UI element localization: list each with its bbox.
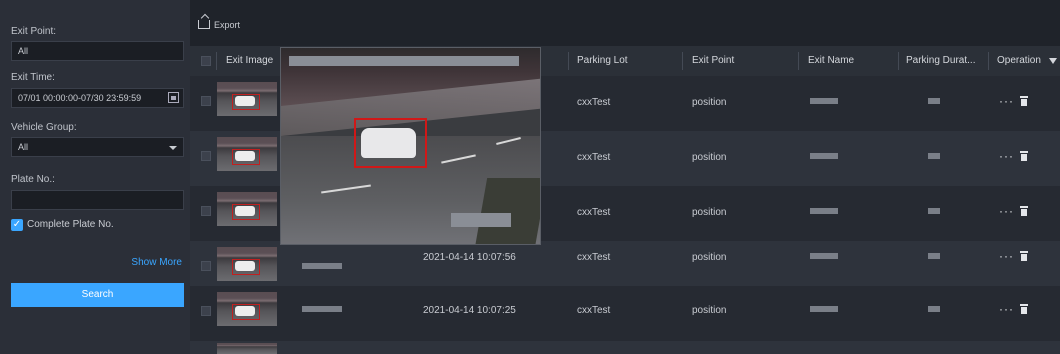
exit-image-thumbnail[interactable] [217, 192, 277, 226]
table-row[interactable]: 2021-04-14 10:07:25 cxxTest position ··· [190, 286, 1060, 341]
parking-lot-cell: cxxTest [577, 305, 611, 316]
exit-point-label: Exit Point: [11, 26, 57, 37]
filter-panel: Exit Point: All Exit Time: 07/01 00:00:0… [0, 0, 190, 354]
car-image [232, 94, 260, 110]
exit-time-cell: 2021-04-14 10:07:56 [423, 252, 516, 263]
exit-name-blurred [810, 253, 838, 259]
car-image [232, 204, 260, 220]
header-exit-point[interactable]: Exit Point [692, 46, 734, 76]
vehicle-group-select[interactable]: All [11, 137, 184, 157]
search-button[interactable]: Search [11, 283, 184, 307]
filter-icon[interactable] [1049, 58, 1057, 64]
row-checkbox[interactable] [201, 96, 211, 106]
duration-blurred [928, 253, 940, 259]
exit-name-blurred [810, 153, 838, 159]
exit-time-value: 07/01 00:00:00-07/30 23:59:59 [18, 93, 142, 103]
plate-blurred [302, 263, 342, 269]
parking-lot-cell: cxxTest [577, 97, 611, 108]
exit-name-blurred [810, 306, 838, 312]
header-operation: Operation [997, 55, 1041, 66]
export-label: Export [214, 20, 241, 30]
delete-icon[interactable] [1020, 206, 1028, 216]
delete-icon[interactable] [1020, 96, 1028, 106]
show-more-link[interactable]: Show More [131, 257, 182, 268]
exit-point-cell: position [692, 97, 727, 108]
header-parking-lot[interactable]: Parking Lot [577, 46, 628, 76]
more-icon[interactable]: ··· [999, 204, 1014, 218]
header-divider [682, 52, 683, 70]
export-icon [198, 20, 210, 29]
duration-blurred [928, 153, 940, 159]
toolbar: Export [190, 0, 1060, 46]
header-exit-image[interactable]: Exit Image [226, 46, 273, 76]
row-checkbox[interactable] [201, 206, 211, 216]
parking-lot-cell: cxxTest [577, 152, 611, 163]
exit-image-thumbnail[interactable] [217, 292, 277, 326]
header-parking-duration[interactable]: Parking Durat... [906, 46, 975, 76]
complete-plate-checkbox[interactable]: ✓ [11, 219, 23, 231]
car-image [232, 149, 260, 165]
delete-icon[interactable] [1020, 151, 1028, 161]
exit-time-field[interactable]: 07/01 00:00:00-07/30 23:59:59 [11, 88, 184, 108]
header-divider [798, 52, 799, 70]
exit-image-thumbnail[interactable] [217, 137, 277, 171]
plate-label: Plate No.: [11, 174, 55, 185]
exit-point-cell: position [692, 305, 727, 316]
delete-icon[interactable] [1020, 304, 1028, 314]
duration-blurred [928, 98, 940, 104]
exit-image-thumbnail[interactable] [217, 343, 277, 354]
calendar-icon[interactable] [168, 92, 179, 103]
exit-image-preview [280, 47, 541, 245]
preview-watermark-blurred [289, 56, 519, 66]
complete-plate-label: Complete Plate No. [27, 219, 114, 230]
header-divider [216, 52, 217, 70]
header-divider [568, 52, 569, 70]
chevron-down-icon [169, 146, 177, 150]
header-divider [898, 52, 899, 70]
table-row[interactable] [190, 341, 1060, 354]
preview-roadside [474, 178, 540, 244]
duration-blurred [928, 208, 940, 214]
exit-name-blurred [810, 98, 838, 104]
exit-point-value: All [18, 46, 29, 56]
exit-time-cell: 2021-04-14 10:07:25 [423, 305, 516, 316]
header-divider [988, 52, 989, 70]
more-icon[interactable]: ··· [999, 302, 1014, 316]
vehicle-highlight-box [354, 118, 427, 168]
exit-time-label: Exit Time: [11, 72, 55, 83]
preview-plate-blurred [451, 213, 511, 227]
header-exit-name[interactable]: Exit Name [808, 46, 854, 76]
more-icon[interactable]: ··· [999, 149, 1014, 163]
delete-icon[interactable] [1020, 251, 1028, 261]
exit-point-cell: position [692, 152, 727, 163]
duration-blurred [928, 306, 940, 312]
more-icon[interactable]: ··· [999, 94, 1014, 108]
car-image [232, 304, 260, 320]
plate-input[interactable] [11, 190, 184, 210]
row-checkbox[interactable] [201, 261, 211, 271]
exit-point-cell: position [692, 207, 727, 218]
exit-image-thumbnail[interactable] [217, 82, 277, 116]
row-checkbox[interactable] [201, 151, 211, 161]
parking-lot-cell: cxxTest [577, 207, 611, 218]
exit-image-thumbnail[interactable] [217, 247, 277, 281]
export-button[interactable]: Export [198, 20, 240, 30]
select-all-checkbox[interactable] [201, 56, 211, 66]
exit-point-field[interactable]: All [11, 41, 184, 61]
exit-point-cell: position [692, 252, 727, 263]
parking-lot-cell: cxxTest [577, 252, 611, 263]
more-icon[interactable]: ··· [999, 249, 1014, 263]
exit-name-blurred [810, 208, 838, 214]
vehicle-group-label: Vehicle Group: [11, 122, 77, 133]
vehicle-group-value: All [18, 142, 29, 152]
car-image [232, 259, 260, 275]
row-checkbox[interactable] [201, 306, 211, 316]
plate-blurred [302, 306, 342, 312]
